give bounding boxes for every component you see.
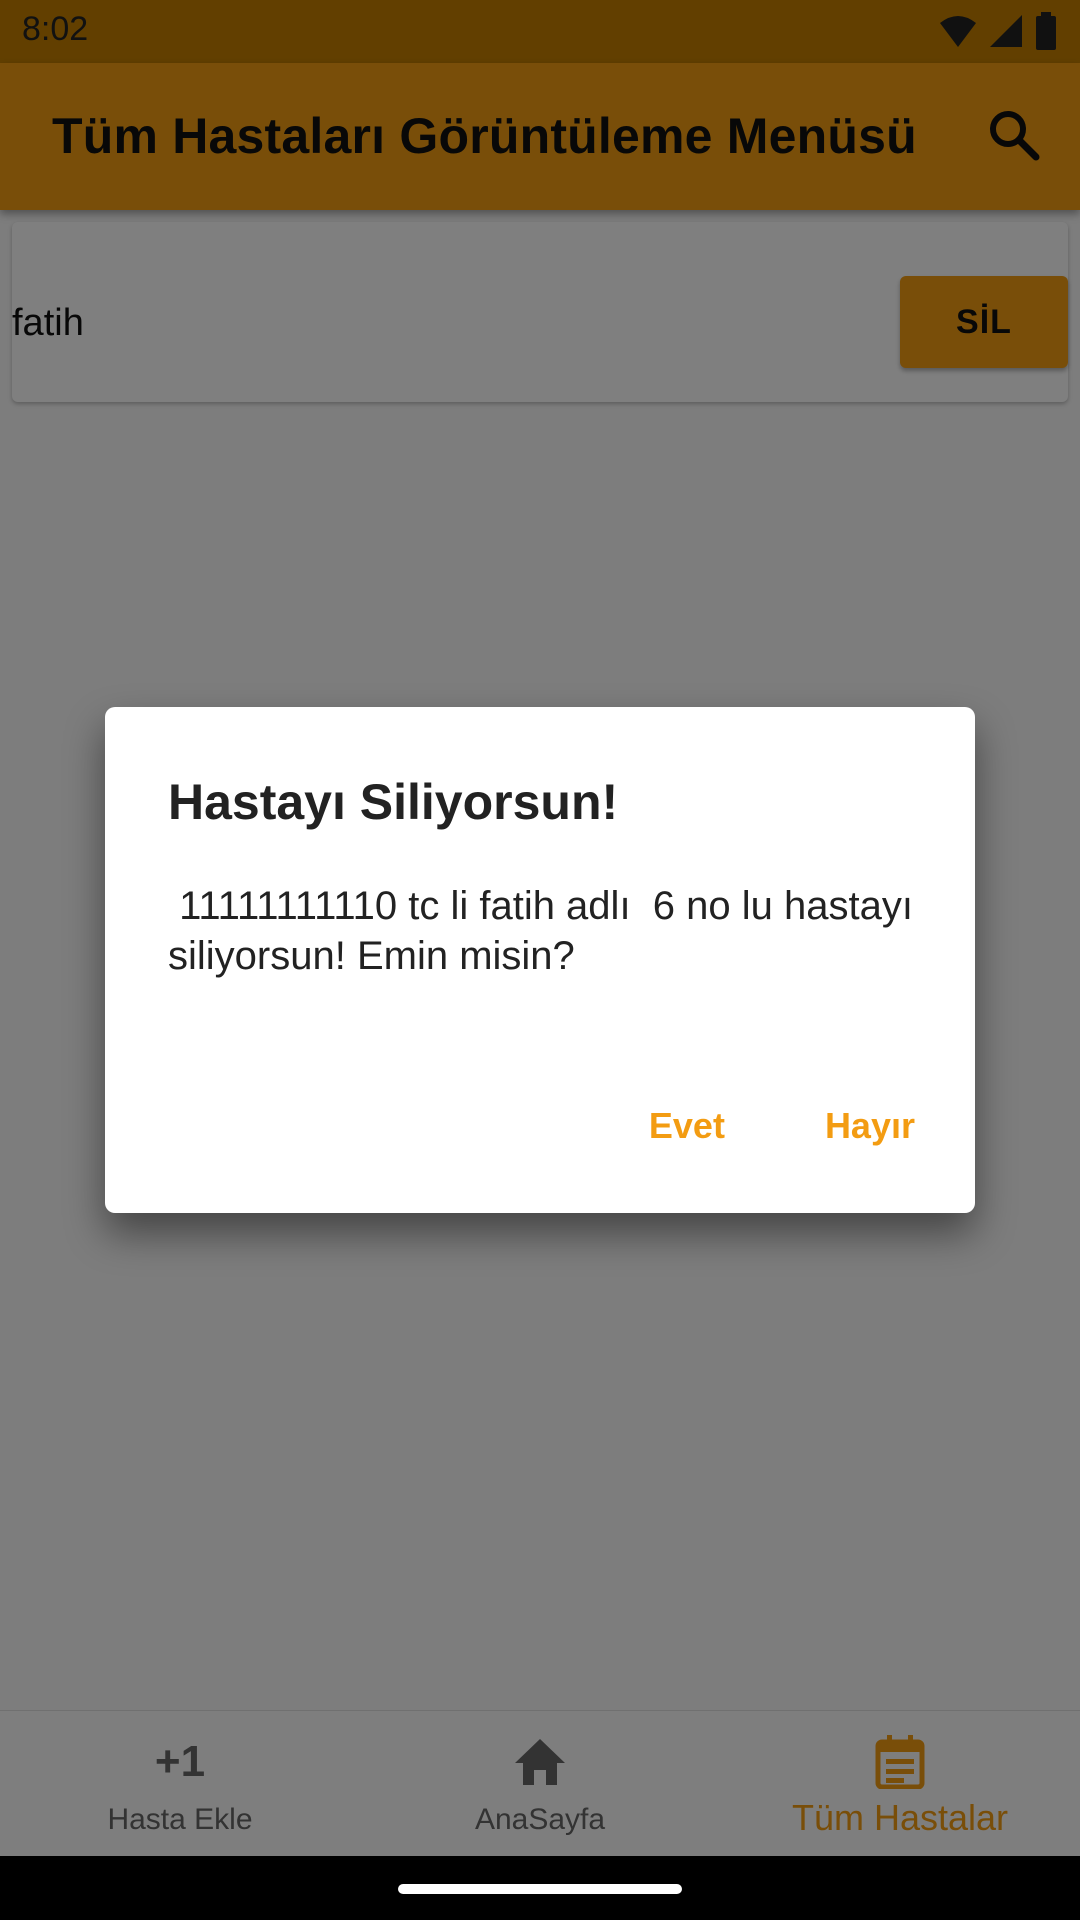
confirm-delete-dialog: Hastayı Siliyorsun! 11111111110 tc li fa…: [105, 707, 975, 1213]
dialog-message: 11111111110 tc li fatih adlı 6 no lu has…: [168, 884, 925, 978]
cancel-button[interactable]: Hayır: [811, 1095, 929, 1157]
system-navigation-bar: [0, 1856, 1080, 1920]
confirm-button[interactable]: Evet: [635, 1095, 739, 1157]
home-indicator[interactable]: [398, 1884, 682, 1894]
dialog-title: Hastayı Siliyorsun!: [168, 774, 619, 830]
screen: 8:02 Tüm Hastaları Görüntüleme Menüsü fa…: [0, 0, 1080, 1920]
dialog-actions: Evet Hayır: [635, 1095, 929, 1157]
